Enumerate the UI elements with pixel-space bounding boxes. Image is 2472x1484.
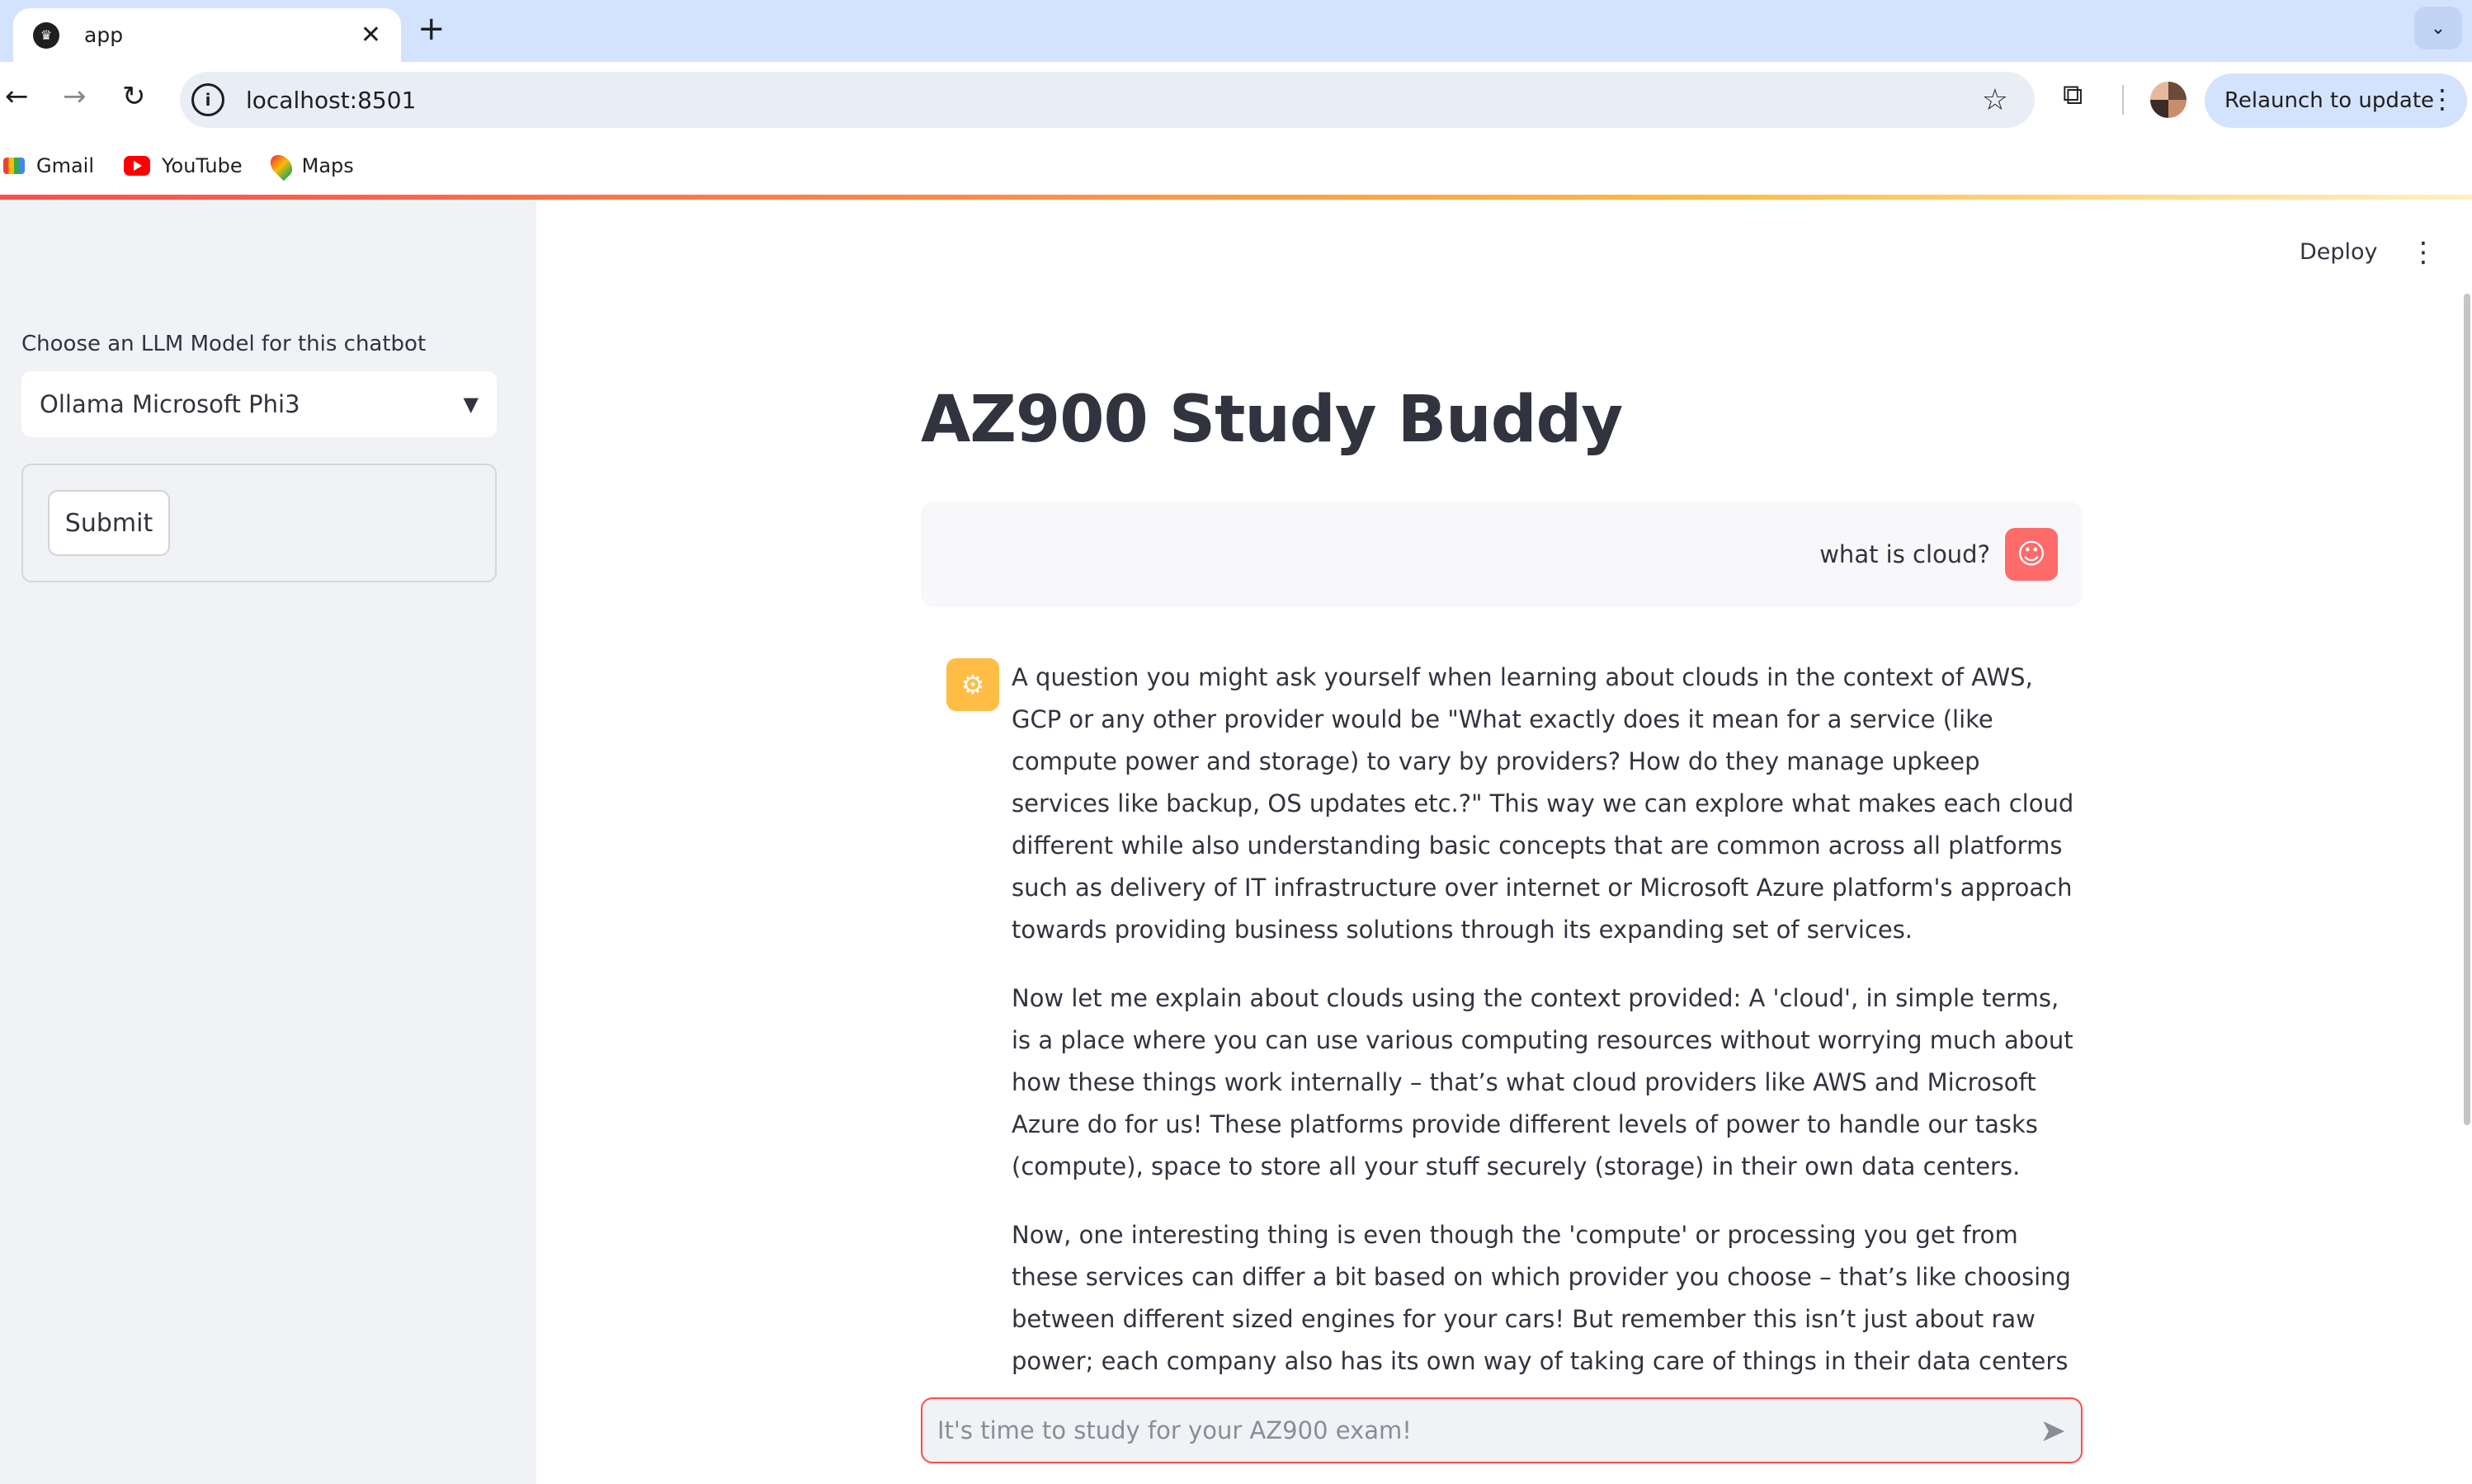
address-bar[interactable]: i localhost:8501 ☆ bbox=[180, 72, 2035, 128]
close-tab-icon[interactable]: ✕ bbox=[361, 21, 381, 49]
reload-icon[interactable]: ↻ bbox=[122, 80, 146, 113]
model-select-label: Choose an LLM Model for this chatbot bbox=[21, 332, 427, 356]
model-select-value: Ollama Microsoft Phi3 bbox=[40, 390, 300, 418]
page-title: AZ900 Study Buddy bbox=[921, 383, 1623, 457]
bookmark-gmail[interactable]: Gmail bbox=[3, 154, 94, 177]
bookmark-maps[interactable]: Maps bbox=[266, 150, 354, 181]
back-arrow-icon[interactable]: ← bbox=[5, 80, 29, 113]
user-message-text: what is cloud? bbox=[1819, 540, 1990, 568]
assistant-paragraph: Now, one interesting thing is even thoug… bbox=[1012, 1221, 2071, 1375]
tab-title: app bbox=[84, 23, 124, 47]
browser-tabstrip: ♛ app ✕ + ⌄ bbox=[0, 0, 2472, 62]
browser-toolbar: ← → ↻ i localhost:8501 ☆ ⧉ Relaunch to u… bbox=[0, 62, 2472, 138]
forward-arrow-icon[interactable]: → bbox=[63, 80, 87, 113]
bookmark-label: Gmail bbox=[36, 154, 95, 177]
browser-menu-icon[interactable]: ⋮ bbox=[2429, 83, 2455, 115]
assistant-paragraph: Now let me explain about clouds using th… bbox=[1012, 984, 2073, 1180]
streamlit-favicon-icon: ♛ bbox=[33, 21, 59, 49]
toolbar-divider bbox=[2122, 85, 2124, 115]
youtube-icon bbox=[124, 156, 151, 176]
bookmark-youtube[interactable]: YouTube bbox=[124, 154, 243, 177]
model-form: Submit bbox=[21, 464, 497, 582]
chevron-down-icon: ▼ bbox=[463, 393, 479, 416]
sidebar: Choose an LLM Model for this chatbot Oll… bbox=[0, 200, 536, 1484]
browser-tab[interactable]: ♛ app ✕ bbox=[13, 8, 401, 62]
bookmark-label: YouTube bbox=[162, 154, 243, 177]
site-info-icon[interactable]: i bbox=[191, 83, 224, 116]
maps-icon bbox=[266, 150, 297, 181]
bookmark-star-icon[interactable]: ☆ bbox=[1982, 83, 2008, 117]
submit-button[interactable]: Submit bbox=[48, 490, 170, 556]
assistant-paragraph: A question you might ask yourself when l… bbox=[1012, 663, 2074, 944]
user-message: what is cloud? ☺ bbox=[921, 502, 2083, 607]
url-text[interactable]: localhost:8501 bbox=[246, 87, 1982, 114]
gmail-icon bbox=[3, 158, 25, 174]
chat-input-container: ➤ bbox=[921, 1397, 2083, 1463]
robot-icon: ⚙ bbox=[946, 658, 999, 711]
bookmark-label: Maps bbox=[301, 154, 354, 177]
assistant-message: A question you might ask yourself when l… bbox=[1012, 657, 2076, 1383]
bookmarks-bar: Gmail YouTube Maps bbox=[0, 138, 2472, 194]
deploy-button[interactable]: Deploy bbox=[2300, 239, 2378, 265]
chat-input[interactable] bbox=[937, 1416, 2040, 1444]
main-content: Deploy ⋮ AZ900 Study Buddy what is cloud… bbox=[536, 200, 2472, 1484]
new-tab-button[interactable]: + bbox=[418, 10, 446, 48]
relaunch-button[interactable]: Relaunch to update ⋮ bbox=[2205, 73, 2467, 128]
scrollbar[interactable] bbox=[2464, 294, 2470, 1125]
tab-search-chevron-icon[interactable]: ⌄ bbox=[2414, 7, 2462, 49]
relaunch-label: Relaunch to update bbox=[2224, 88, 2435, 113]
send-icon[interactable]: ➤ bbox=[2040, 1412, 2066, 1449]
extensions-puzzle-icon[interactable]: ⧉ bbox=[2063, 78, 2083, 111]
main-menu-icon[interactable]: ⋮ bbox=[2409, 236, 2437, 269]
profile-avatar[interactable] bbox=[2150, 82, 2187, 118]
model-select[interactable]: Ollama Microsoft Phi3 ▼ bbox=[21, 371, 497, 437]
user-face-icon: ☺ bbox=[2005, 528, 2058, 581]
